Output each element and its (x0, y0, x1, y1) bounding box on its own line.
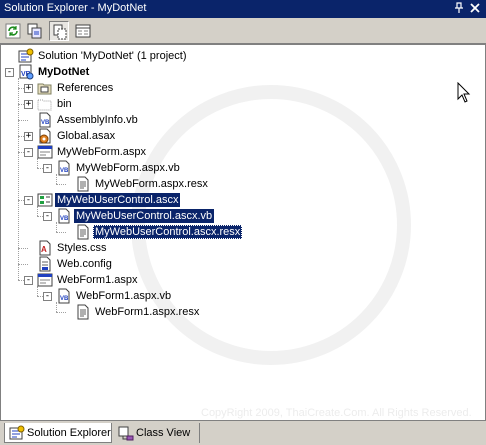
tree-node[interactable]: MyWebForm.aspx.resx (1, 176, 481, 192)
svg-text:VB: VB (60, 216, 69, 222)
copy-project-button[interactable] (25, 21, 45, 41)
svg-text:A: A (41, 245, 47, 254)
tree-node-label: AssemblyInfo.vb (57, 114, 138, 126)
tree-node-label: WebForm1.aspx.vb (76, 290, 172, 302)
tree-node[interactable]: Solution 'MyDotNet' (1 project) (1, 48, 481, 64)
tree-node-label: References (57, 82, 114, 94)
tree-node-label: Solution 'MyDotNet' (1 project) (38, 50, 187, 62)
references-folder-icon (37, 83, 52, 95)
tab-solution-explorer[interactable]: Solution Explorer (4, 423, 112, 443)
expand-node-icon[interactable]: + (24, 132, 33, 141)
tree-node[interactable]: WebForm1.aspx.resx (1, 304, 481, 320)
webform-icon (37, 273, 53, 287)
collapse-node-icon[interactable]: - (43, 212, 52, 221)
tree-connector-line (18, 248, 28, 249)
expand-node-icon[interactable]: + (24, 84, 33, 93)
vb-file-icon: VB (58, 288, 70, 304)
tree-node[interactable]: MyWebUserControl.ascx.resx (1, 224, 481, 240)
tree-node-label: MyWebForm.aspx.vb (76, 162, 180, 174)
watermark-copyright: CopyRight 2009, ThaiCreate.Com. All Righ… (201, 407, 472, 419)
solution-tree[interactable]: CopyRight 2009, ThaiCreate.Com. All Righ… (0, 44, 486, 421)
tree-node-label: MyDotNet (38, 66, 90, 78)
css-file-icon: A (39, 240, 51, 256)
tree-node-label: WebForm1.aspx.resx (95, 306, 200, 318)
show-all-files-button[interactable] (49, 21, 69, 41)
tree-node-label: MyWebUserControl.ascx.resx (93, 225, 243, 239)
resx-file-icon (77, 304, 89, 320)
tree-node-label: bin (57, 98, 72, 110)
user-control-icon (37, 193, 53, 207)
properties-button[interactable] (73, 21, 93, 41)
svg-text:VB: VB (41, 120, 50, 126)
tree-node[interactable]: - VB WebForm1.aspx.vb (1, 288, 481, 304)
tree-node-label: MyWebForm.aspx (57, 146, 147, 158)
collapse-node-icon[interactable]: - (5, 68, 14, 77)
toolbar (0, 18, 486, 44)
tree-connector-line (56, 312, 66, 313)
tree-node-label: WebForm1.aspx (57, 274, 138, 286)
tree-node[interactable]: - VB MyWebForm.aspx.vb (1, 160, 481, 176)
collapse-node-icon[interactable]: - (24, 276, 33, 285)
svg-text:VB: VB (60, 168, 69, 174)
copy-project-icon (27, 23, 42, 39)
tree-node[interactable]: A Styles.css (1, 240, 481, 256)
tree-node[interactable]: - MyWebForm.aspx (1, 144, 481, 160)
tree-node[interactable]: - VB MyWebUserControl.ascx.vb (1, 208, 481, 224)
collapse-node-icon[interactable]: - (24, 148, 33, 157)
vb-file-icon: VB (58, 208, 70, 224)
svg-text:VB: VB (60, 296, 69, 302)
properties-icon (75, 24, 91, 38)
class-view-icon (118, 426, 134, 441)
show-all-files-icon (53, 24, 67, 40)
tree-node-label: Global.asax (57, 130, 116, 142)
tree-node[interactable]: Web.config (1, 256, 481, 272)
tree-node-label: Styles.css (57, 242, 107, 254)
tab-class-view[interactable]: Class View (114, 423, 200, 443)
tree-node[interactable]: - VB MyDotNet (1, 64, 481, 80)
vb-file-icon: VB (58, 160, 70, 176)
tree-connector-line (18, 120, 28, 121)
folder-outline-icon (37, 99, 52, 111)
tree-node-label: MyWebUserControl.ascx.vb (74, 209, 215, 223)
collapse-node-icon[interactable]: - (24, 196, 33, 205)
tab-bar: Solution Explorer Class View (0, 421, 486, 445)
solution-explorer-icon (9, 425, 25, 440)
refresh-button[interactable] (3, 21, 23, 41)
vb-file-icon: VB (39, 112, 51, 128)
tree-node[interactable]: + bin (1, 96, 481, 112)
tree-connector-line (56, 184, 66, 185)
close-icon[interactable] (468, 2, 482, 16)
tree-node-label: MyWebForm.aspx.resx (95, 178, 208, 190)
tree-connector-line (18, 264, 28, 265)
resx-file-icon (77, 224, 89, 240)
tree-node[interactable]: - MyWebUserControl.ascx (1, 192, 481, 208)
collapse-node-icon[interactable]: - (43, 292, 52, 301)
solution-icon (18, 48, 34, 63)
tree-node[interactable]: + References (1, 80, 481, 96)
mouse-cursor-icon (457, 82, 471, 103)
collapse-node-icon[interactable]: - (43, 164, 52, 173)
tree-node-label: MyWebUserControl.ascx (55, 193, 181, 207)
global-asax-icon (39, 128, 51, 144)
tree-node[interactable]: + Global.asax (1, 128, 481, 144)
config-file-icon (39, 256, 51, 272)
tree-node[interactable]: - WebForm1.aspx (1, 272, 481, 288)
refresh-icon (5, 23, 21, 39)
vb-project-icon: VB (19, 64, 34, 80)
resx-file-icon (77, 176, 89, 192)
tab-label: Class View (136, 427, 191, 439)
window-title: Solution Explorer - MyDotNet (4, 2, 147, 14)
tab-label: Solution Explorer (27, 427, 111, 439)
tree-node[interactable]: VB AssemblyInfo.vb (1, 112, 481, 128)
tree-node-label: Web.config (57, 258, 112, 270)
tree-connector-line (56, 232, 66, 233)
window-titlebar: Solution Explorer - MyDotNet (0, 0, 486, 18)
pin-icon[interactable] (452, 2, 466, 16)
webform-icon (37, 145, 53, 159)
expand-node-icon[interactable]: + (24, 100, 33, 109)
